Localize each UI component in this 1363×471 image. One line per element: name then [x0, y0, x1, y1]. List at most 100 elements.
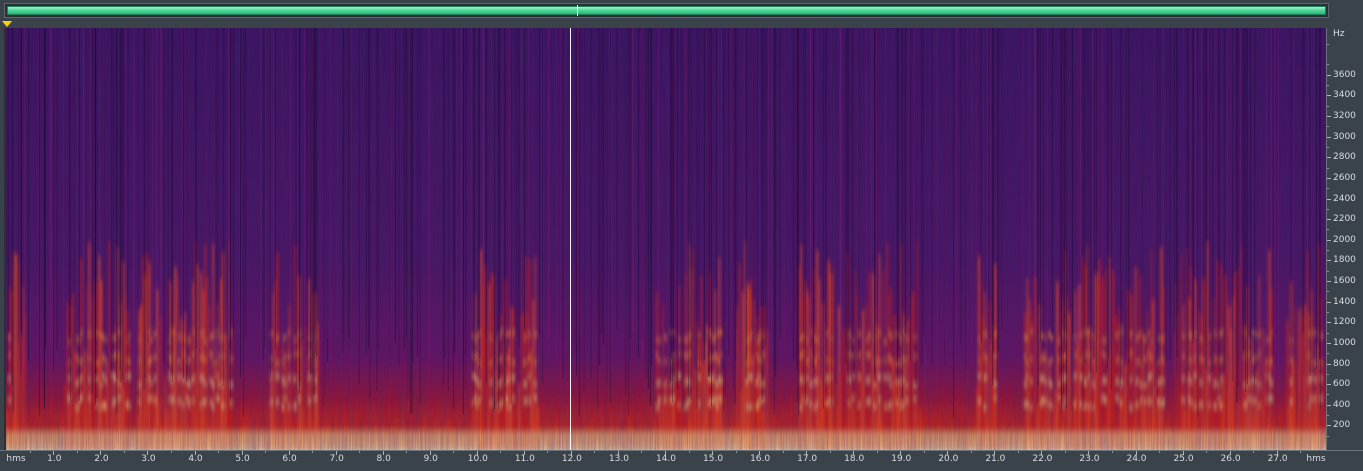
frequency-axis: Hz 3600 3400 3200 3000 2800 2600 2400 2200 2000 1…: [1326, 28, 1363, 450]
time-tick-label: 5.0: [235, 454, 250, 464]
noise-streak: [413, 28, 415, 375]
noise-streak: [233, 28, 234, 338]
noise-streak: [792, 28, 794, 359]
noise-streak: [724, 28, 726, 397]
noise-streak: [987, 28, 988, 376]
noise-streak: [327, 28, 328, 338]
noise-streak: [465, 28, 467, 355]
noise-streak: [632, 28, 633, 341]
noise-streak: [611, 28, 612, 372]
noise-streak: [1194, 28, 1196, 402]
noise-streak: [99, 28, 100, 407]
noise-streak: [428, 28, 430, 416]
noise-streak: [398, 28, 400, 368]
noise-streak: [368, 28, 370, 348]
noise-streak: [144, 28, 146, 379]
noise-streak: [1320, 28, 1321, 408]
noise-streak: [275, 28, 276, 350]
noise-streak: [223, 28, 225, 387]
time-minor-tick: [688, 451, 690, 453]
frequency-tick: [1327, 322, 1331, 324]
time-axis: hms hms 1.0 2.0 3.0 4.0 5.0 6.0 7.0 8.0 9.0 10.0 1…: [0, 450, 1363, 471]
noise-streak: [1197, 28, 1199, 417]
noise-streak: [342, 28, 344, 354]
noise-streak: [684, 28, 686, 351]
noise-streak: [982, 28, 984, 417]
noise-streak: [1169, 28, 1171, 361]
noise-streak: [1165, 28, 1166, 412]
frequency-minor-tick: [1327, 394, 1329, 396]
noise-streak: [518, 28, 520, 348]
noise-streak: [909, 28, 910, 407]
noise-streak: [1303, 28, 1305, 375]
noise-streak: [915, 28, 917, 340]
noise-streak: [966, 28, 968, 407]
noise-streak: [53, 28, 54, 372]
time-tick-label: 8.0: [376, 454, 391, 464]
overview-visible-range[interactable]: [7, 6, 1326, 15]
noise-streak: [1051, 28, 1053, 335]
start-marker-icon[interactable]: [2, 21, 12, 27]
spectrogram-view[interactable]: [6, 28, 1326, 450]
frequency-tick: [1327, 116, 1331, 118]
overview-scrollbar[interactable]: [4, 3, 1329, 18]
noise-streak: [143, 28, 145, 390]
noise-streak: [111, 28, 113, 372]
noise-streak: [877, 28, 878, 356]
noise-streak: [721, 28, 722, 416]
noise-streak: [478, 28, 480, 331]
noise-streak: [306, 28, 308, 357]
noise-streak: [1242, 28, 1244, 350]
noise-streak: [1293, 28, 1295, 389]
noise-streak: [51, 28, 53, 417]
noise-streak: [343, 28, 345, 334]
overview-playhead-marker: [577, 5, 578, 16]
time-tick-label: 17.0: [797, 454, 818, 464]
time-tick-label: 22.0: [1032, 454, 1053, 464]
noise-streak: [470, 28, 472, 407]
noise-streak: [515, 28, 517, 338]
noise-streak: [944, 28, 946, 378]
frequency-unit-label: Hz: [1333, 29, 1345, 39]
noise-streak: [369, 28, 371, 399]
noise-streak: [183, 28, 184, 379]
noise-streak: [299, 28, 300, 393]
playhead-cursor[interactable]: [570, 28, 572, 450]
noise-streak: [1082, 28, 1084, 408]
noise-streak: [133, 28, 135, 379]
frequency-tick-label: 3400: [1333, 90, 1356, 101]
noise-streak: [914, 28, 915, 386]
noise-streak: [152, 28, 153, 374]
noise-streak: [161, 28, 162, 334]
noise-streak: [831, 28, 832, 370]
noise-streak: [651, 28, 653, 367]
noise-streak: [92, 28, 93, 395]
noise-streak: [406, 28, 407, 338]
time-minor-tick: [594, 451, 596, 453]
noise-streak: [24, 28, 26, 371]
frequency-tick-label: 200: [1333, 420, 1351, 431]
noise-streak: [167, 28, 169, 368]
noise-streak: [1193, 28, 1194, 340]
frequency-minor-tick: [1327, 373, 1329, 375]
noise-streak: [1033, 28, 1035, 409]
noise-streak: [1176, 28, 1178, 374]
time-tick-label: 11.0: [514, 454, 535, 464]
noise-streak: [708, 28, 710, 377]
noise-streak: [765, 28, 767, 346]
noise-streak: [696, 28, 698, 409]
noise-streak: [1236, 28, 1238, 403]
noise-streak: [980, 28, 982, 343]
noise-streak: [971, 28, 973, 370]
noise-streak: [1095, 28, 1097, 372]
noise-streak: [841, 28, 842, 380]
noise-streak: [833, 28, 834, 401]
frequency-minor-tick: [1327, 270, 1329, 272]
time-minor-tick: [1159, 451, 1161, 453]
noise-streak: [8, 28, 10, 333]
noise-streak: [839, 28, 840, 355]
noise-streak: [965, 28, 967, 370]
noise-streak: [181, 28, 183, 393]
noise-streak: [86, 28, 88, 399]
noise-streak: [638, 28, 639, 357]
